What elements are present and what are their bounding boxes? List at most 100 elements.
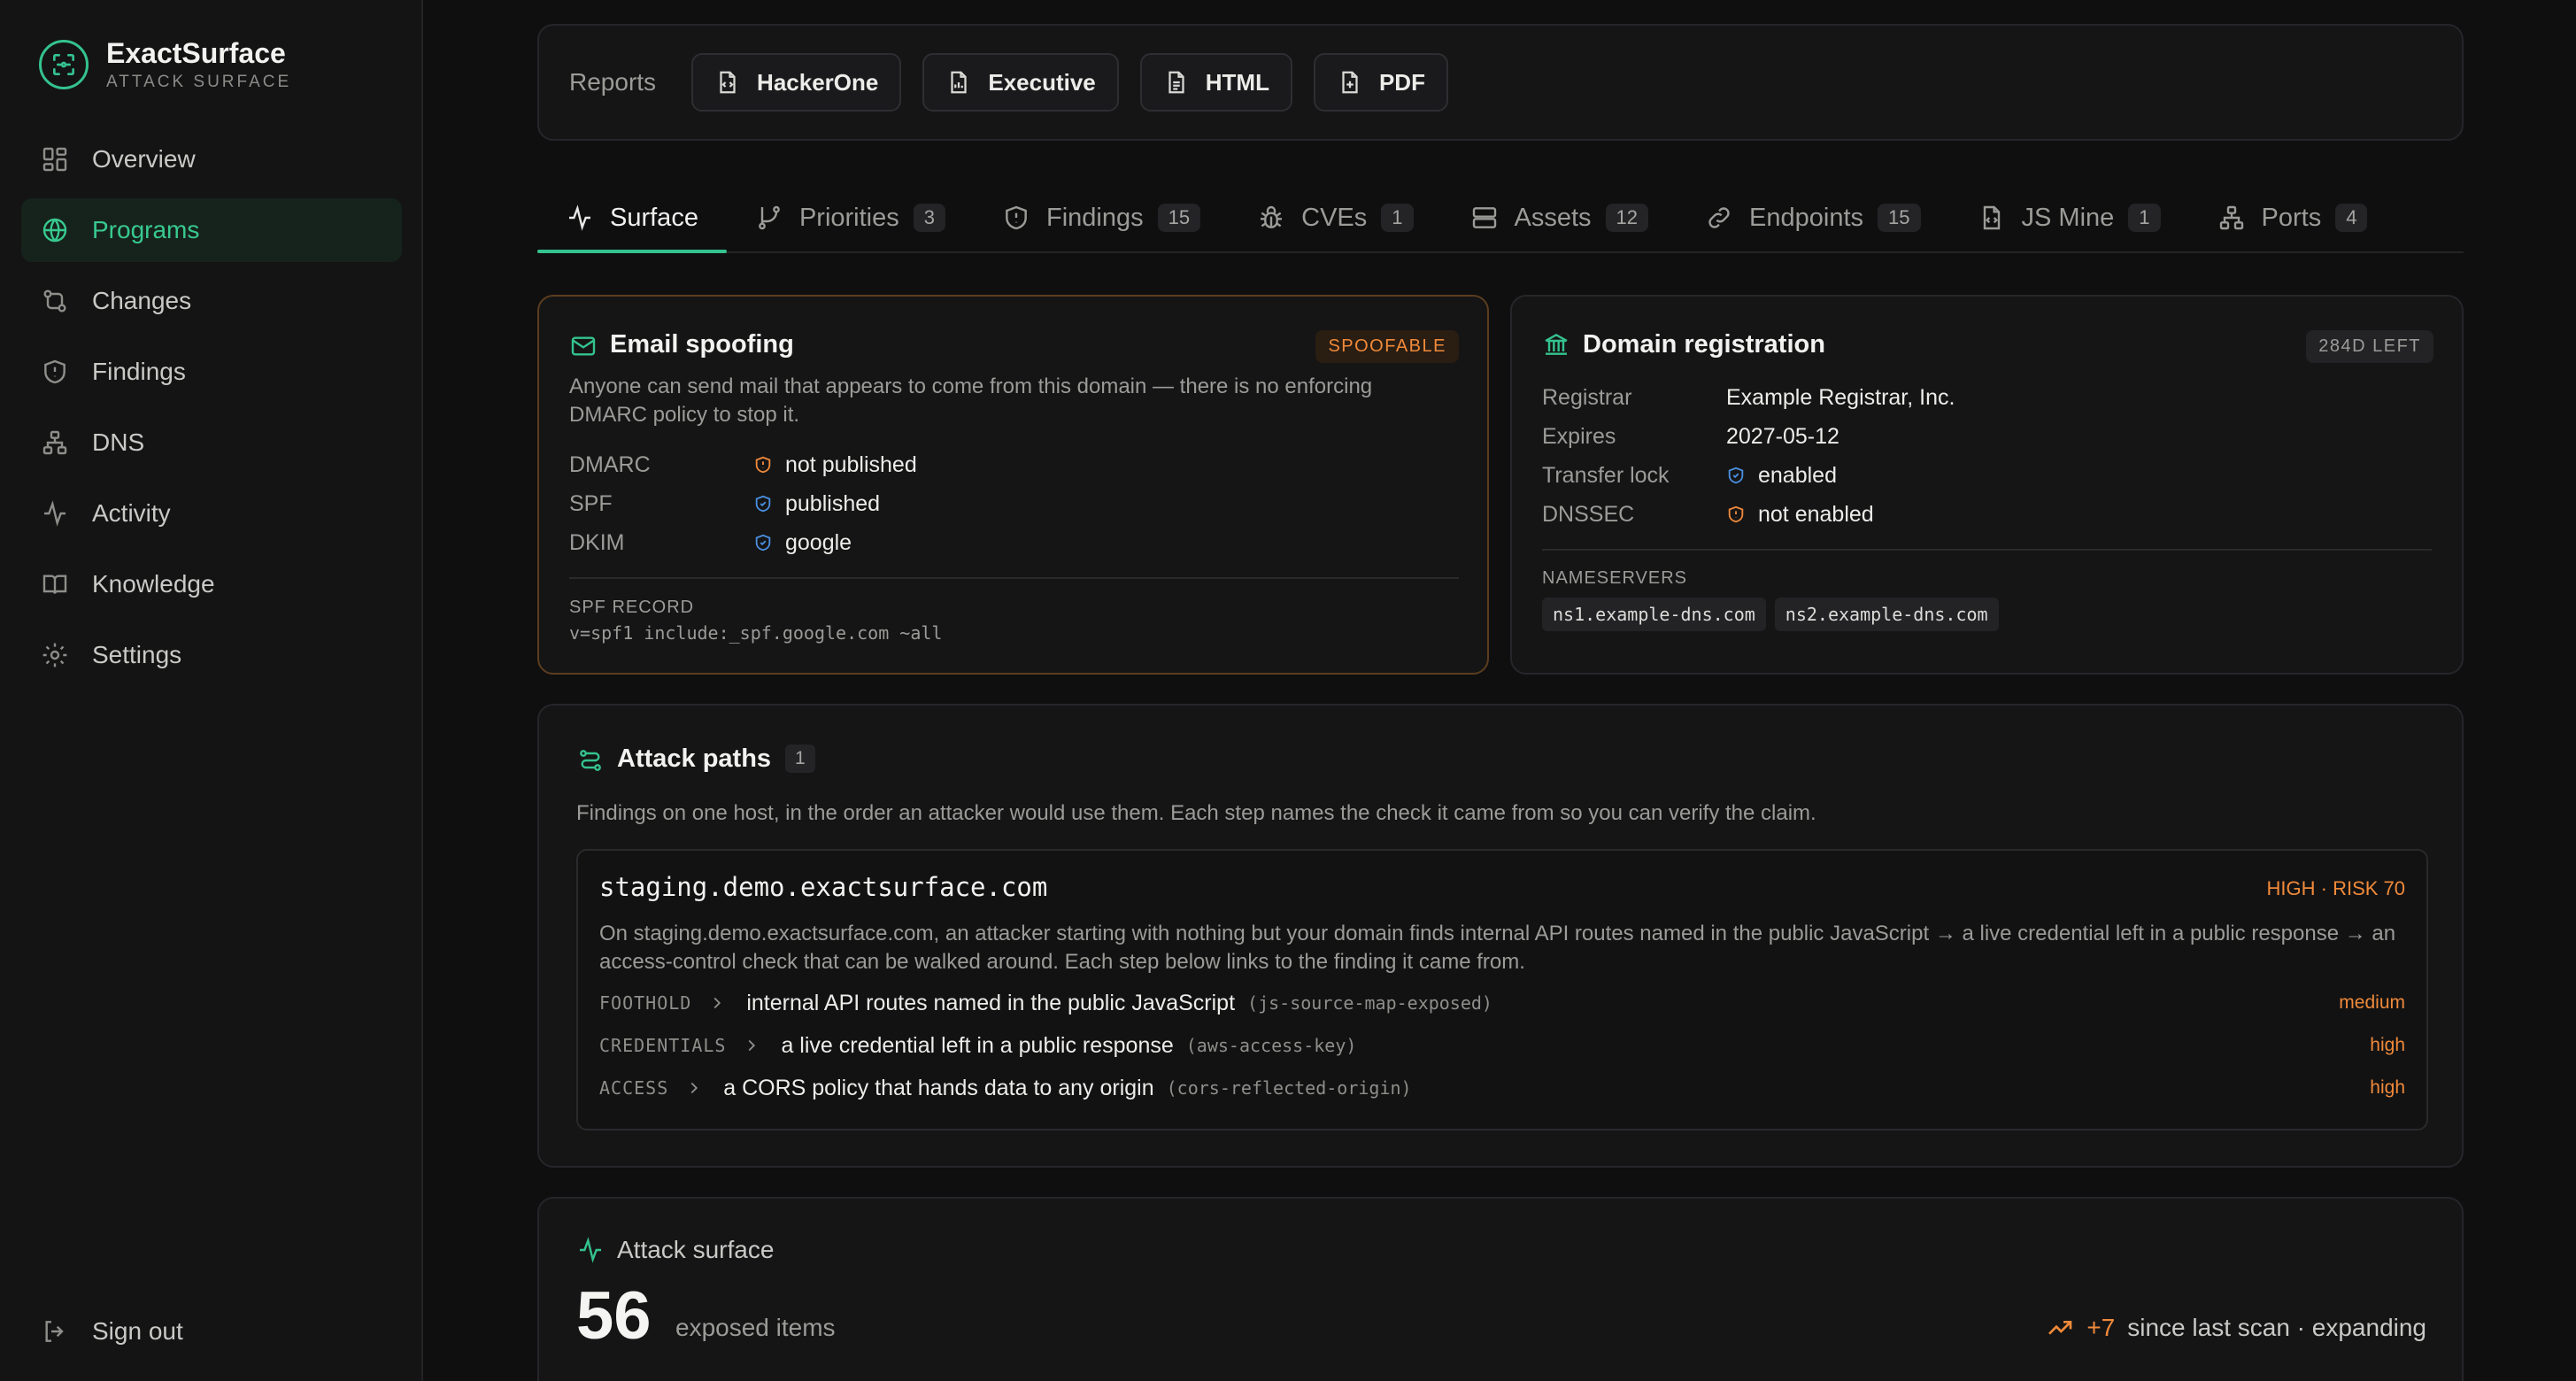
- path-risk: HIGH · RISK 70: [2266, 877, 2405, 899]
- tab-ports[interactable]: Ports 4: [2189, 184, 2396, 251]
- tab-count: 4: [2335, 204, 2368, 232]
- bank-icon: [1545, 333, 1568, 355]
- dkim-row: DKIM google: [569, 523, 1454, 562]
- logout-icon: [45, 1321, 64, 1342]
- sidebar: ExactSurface ATTACK SURFACE Overview Pro…: [0, 0, 423, 1381]
- tab-count: 15: [1878, 204, 1921, 232]
- step-text: a CORS policy that hands data to any ori…: [723, 1075, 1154, 1100]
- path-host: staging.demo.exactsurface.com: [599, 872, 1048, 902]
- shield-icon: [44, 359, 66, 384]
- tab-count: 3: [913, 204, 946, 232]
- row-key: DKIM: [569, 529, 625, 555]
- tab-count: 15: [1157, 204, 1201, 232]
- tab-js-mine[interactable]: JS Mine 1: [1949, 184, 2189, 251]
- tab-findings[interactable]: Findings 15: [974, 184, 1229, 251]
- shield-check-icon: [755, 495, 771, 513]
- tab-surface[interactable]: Surface: [537, 184, 727, 253]
- expires-row: Expires 2027-05-12: [1542, 417, 2427, 456]
- divider: [1542, 549, 2432, 551]
- sidebar-item-findings[interactable]: Findings: [21, 340, 402, 404]
- sidebar-item-label: Activity: [92, 499, 171, 527]
- dnssec-row: DNSSEC not enabled: [1542, 495, 2427, 534]
- attack-path-item[interactable]: staging.demo.exactsurface.com HIGH · RIS…: [576, 849, 2428, 1130]
- sidebar-item-label: DNS: [92, 428, 145, 456]
- registrar-row: Registrar Example Registrar, Inc.: [1542, 378, 2427, 417]
- brand-name: ExactSurface: [106, 37, 286, 69]
- sidebar-item-dns[interactable]: DNS: [21, 411, 402, 474]
- row-key: SPF: [569, 490, 613, 516]
- file-text-icon: [1168, 71, 1184, 94]
- sidebar-item-changes[interactable]: Changes: [21, 269, 402, 333]
- surface-delta: +7 since last scan · expanding: [2046, 1314, 2426, 1342]
- nameserver-chip: ns2.example-dns.com: [1774, 598, 1999, 631]
- tab-endpoints[interactable]: Endpoints 15: [1677, 184, 1948, 251]
- link-icon: [1708, 207, 1730, 228]
- step-stage: FOOTHOLD: [599, 992, 692, 1014]
- sidebar-item-knowledge[interactable]: Knowledge: [21, 552, 402, 616]
- file-plus-icon: [1342, 71, 1358, 94]
- tab-label: Endpoints: [1749, 203, 1864, 232]
- git-branch-icon: [759, 205, 780, 230]
- attack-surface-title: Attack surface: [617, 1236, 775, 1263]
- chevron-right-icon: [749, 1039, 756, 1052]
- mail-icon: [571, 336, 596, 356]
- divider: [569, 577, 1459, 579]
- row-value: not published: [785, 451, 917, 477]
- row-key: Expires: [1542, 423, 1616, 449]
- brand[interactable]: ExactSurface ATTACK SURFACE: [39, 37, 291, 92]
- sidebar-item-settings[interactable]: Settings: [21, 623, 402, 687]
- step-text: a live credential left in a public respo…: [781, 1032, 1174, 1058]
- chevron-right-icon: [690, 1082, 698, 1094]
- sidebar-item-overview[interactable]: Overview: [21, 127, 402, 191]
- sidebar-item-label: Knowledge: [92, 570, 215, 598]
- spf-record-label: SPF RECORD: [569, 598, 695, 617]
- nameserver-chip: ns1.example-dns.com: [1542, 598, 1766, 631]
- tab-label: Ports: [2261, 203, 2322, 232]
- step-severity: medium: [2339, 992, 2405, 1013]
- tab-label: Surface: [610, 203, 698, 232]
- transfer-lock-row: Transfer lock enabled: [1542, 456, 2427, 495]
- report-hackerone-button[interactable]: HackerOne: [691, 53, 902, 112]
- report-button-label: HackerOne: [757, 68, 879, 96]
- nameservers-label: NAMESERVERS: [1542, 568, 1688, 588]
- row-value: 2027-05-12: [1726, 423, 1839, 449]
- sidebar-item-activity[interactable]: Activity: [21, 482, 402, 545]
- sidebar-item-label: Findings: [92, 358, 186, 385]
- attack-paths-description: Findings on one host, in the order an at…: [576, 801, 1816, 825]
- activity-icon: [44, 500, 66, 527]
- report-html-button[interactable]: HTML: [1139, 53, 1292, 112]
- tab-label: Priorities: [798, 203, 899, 232]
- sign-out-button[interactable]: Sign out: [41, 1317, 183, 1346]
- tab-priorities[interactable]: Priorities 3: [727, 184, 974, 251]
- reports-bar: Reports HackerOne Executive HTML PDF: [537, 24, 2464, 141]
- email-description: Anyone can send mail that appears to com…: [569, 374, 1373, 427]
- sidebar-item-label: Overview: [92, 145, 196, 173]
- tab-assets[interactable]: Assets 12: [1442, 184, 1677, 251]
- days-left-badge: 284D LEFT: [2306, 330, 2433, 363]
- shield-alert-icon: [1728, 505, 1744, 523]
- sidebar-item-programs[interactable]: Programs: [21, 198, 402, 262]
- email-spoofing-title: Email spoofing: [610, 330, 794, 359]
- gear-icon: [42, 643, 67, 667]
- attack-paths-card: Attack paths 1 Findings on one host, in …: [537, 704, 2464, 1168]
- row-key: DNSSEC: [1542, 501, 1635, 527]
- report-executive-button[interactable]: Executive: [922, 53, 1119, 112]
- sidebar-item-label: Settings: [92, 641, 182, 668]
- tab-count: 12: [1605, 204, 1649, 232]
- delta-label: since last scan · expanding: [2127, 1314, 2426, 1341]
- tab-count: 1: [2128, 204, 2161, 232]
- file-chart-icon: [951, 71, 967, 94]
- report-pdf-button[interactable]: PDF: [1313, 53, 1448, 112]
- sidebar-item-label: Changes: [92, 287, 192, 314]
- tab-label: Assets: [1514, 203, 1592, 232]
- row-value: enabled: [1758, 462, 1837, 488]
- tab-cves[interactable]: CVEs 1: [1229, 184, 1441, 251]
- dmarc-row: DMARC not published: [569, 445, 1454, 484]
- attack-paths-title: Attack paths: [617, 745, 772, 773]
- route-icon: [580, 750, 601, 771]
- row-value: published: [785, 490, 881, 516]
- step-check: (js-source-map-exposed): [1247, 992, 1492, 1014]
- row-key: DMARC: [569, 451, 651, 477]
- step-severity: high: [2370, 1077, 2405, 1098]
- row-key: Transfer lock: [1542, 462, 1670, 488]
